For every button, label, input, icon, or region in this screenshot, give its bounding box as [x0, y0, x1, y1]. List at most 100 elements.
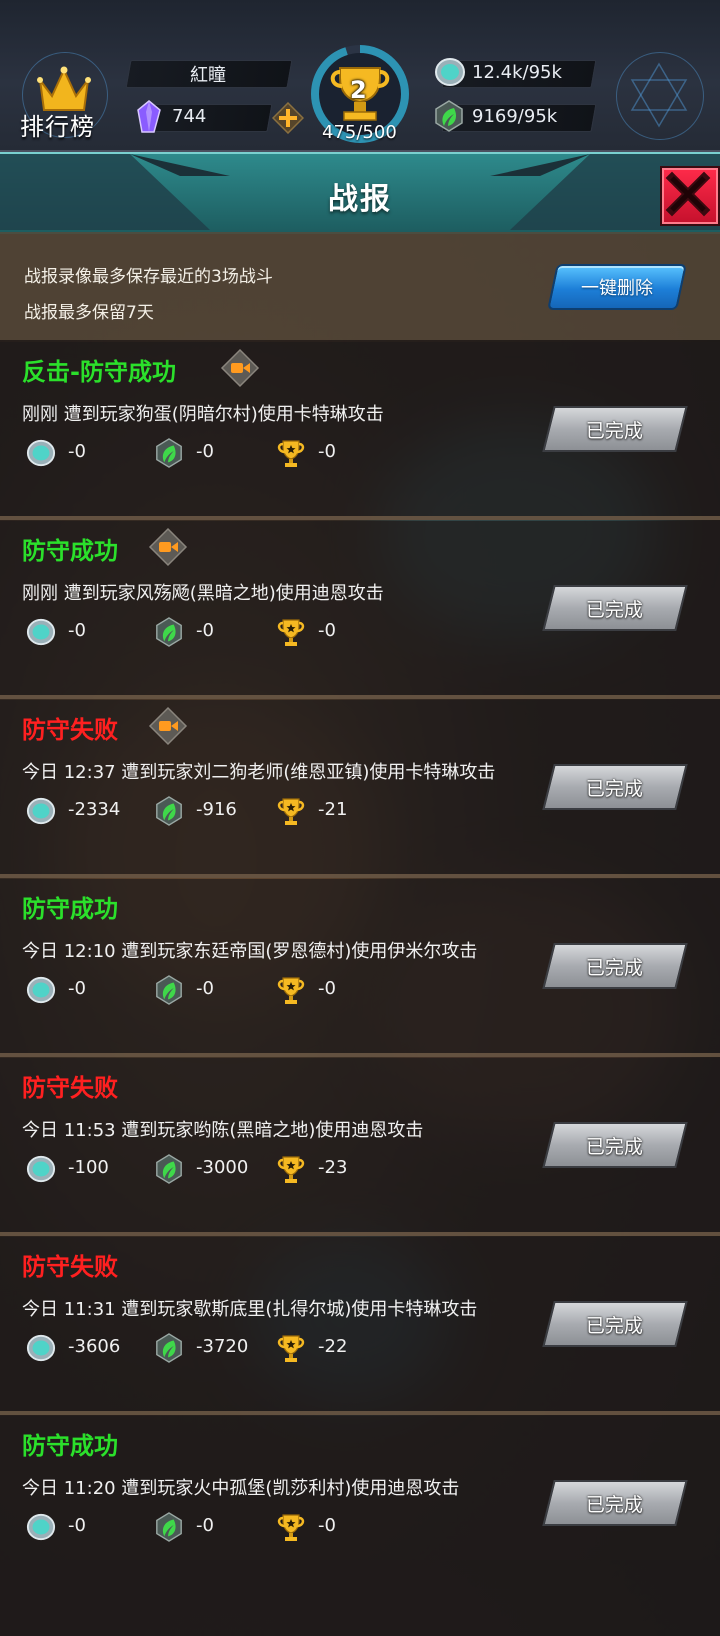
completed-button[interactable]: 已完成	[542, 1301, 688, 1347]
battle-report-row: 防守失败 今日 12:37 遭到玩家刘二狗老师(维恩亚镇)使用卡特琳攻击 -23…	[0, 700, 720, 878]
trophy-icon	[277, 1156, 305, 1183]
leaf-icon	[156, 1333, 182, 1363]
leaf-loss: -3720	[196, 1336, 249, 1357]
leaf-icon	[156, 438, 182, 468]
completed-label: 已完成	[586, 419, 644, 442]
leaf-loss: -0	[196, 441, 214, 462]
trophy-loss: -0	[318, 978, 336, 999]
leaderboard-button[interactable]: 排行榜	[14, 60, 114, 146]
info-line-retention: 战报最多保留7天	[24, 303, 154, 323]
resource-bar: 排行榜 紅瞳 744 2 475/500 12.4k/95k 9169/95k	[0, 0, 720, 153]
stone-loss: -0	[68, 1515, 86, 1536]
completed-label: 已完成	[586, 598, 644, 621]
stone-icon	[26, 1513, 56, 1541]
stone-icon	[435, 58, 465, 86]
leaf-loss: -0	[196, 978, 214, 999]
battle-report-row: 防守失败今日 11:31 遭到玩家歇斯底里(扎得尔城)使用卡特琳攻击 -3606…	[0, 1237, 720, 1415]
gem-plate	[147, 104, 273, 132]
trophy-loss: -0	[318, 1515, 336, 1536]
report-description: 今日 11:53 遭到玩家哟陈(黑暗之地)使用迪恩攻击	[22, 1120, 424, 1141]
completed-button[interactable]: 已完成	[542, 585, 688, 631]
leaf-loss: -0	[196, 620, 214, 641]
battle-report-row: 防守成功今日 12:10 遭到玩家东廷帝国(罗恩德村)使用伊米尔攻击 -0 -0…	[0, 879, 720, 1057]
report-description: 今日 11:20 遭到玩家火中孤堡(凯莎利村)使用迪恩攻击	[22, 1478, 460, 1499]
replay-video-icon[interactable]	[148, 706, 188, 746]
stone-loss: -2334	[68, 799, 121, 820]
report-description: 今日 12:37 遭到玩家刘二狗老师(维恩亚镇)使用卡特琳攻击	[22, 762, 496, 783]
battle-report-row: 防守成功 刚刚 遭到玩家风殇飏(黑暗之地)使用迪恩攻击 -0 -0 -0 已完成	[0, 521, 720, 699]
leaf-icon	[156, 617, 182, 647]
completed-button[interactable]: 已完成	[542, 764, 688, 810]
player-name: 紅瞳	[190, 65, 226, 86]
trophy-icon	[277, 977, 305, 1004]
report-description: 今日 12:10 遭到玩家东廷帝国(罗恩德村)使用伊米尔攻击	[22, 941, 478, 962]
stone-loss: -100	[68, 1157, 109, 1178]
battle-report-row: 反击-防守成功 刚刚 遭到玩家狗蛋(阴暗尔村)使用卡特琳攻击 -0 -0 -0 …	[0, 342, 720, 520]
leaf-icon	[156, 1512, 182, 1542]
stone-icon	[26, 976, 56, 1004]
completed-label: 已完成	[586, 1135, 644, 1158]
report-result: 防守失败	[22, 716, 118, 744]
close-icon	[665, 171, 711, 217]
trophy-loss: -21	[318, 799, 348, 820]
report-result: 防守失败	[22, 1253, 118, 1281]
report-result: 防守成功	[22, 537, 118, 565]
stone-amount: 12.4k/95k	[472, 62, 562, 83]
report-result: 防守失败	[22, 1074, 118, 1102]
report-description: 刚刚 遭到玩家风殇飏(黑暗之地)使用迪恩攻击	[22, 583, 384, 604]
trophy-loss: -22	[318, 1336, 348, 1357]
stone-icon	[26, 1334, 56, 1362]
trophy-icon	[277, 1335, 305, 1362]
completed-label: 已完成	[586, 1314, 644, 1337]
trophy-progress-text: 475/500	[322, 122, 397, 143]
trophy-loss: -23	[318, 1157, 348, 1178]
report-result: 反击-防守成功	[22, 358, 176, 386]
battle-report-row: 防守成功 今日 11:20 遭到玩家火中孤堡(凯莎利村)使用迪恩攻击 -0 -0 …	[0, 1416, 720, 1636]
completed-button[interactable]: 已完成	[542, 1122, 688, 1168]
report-result: 防守成功	[22, 1432, 118, 1460]
stone-icon	[26, 439, 56, 467]
stone-icon	[26, 797, 56, 825]
completed-button[interactable]: 已完成	[542, 943, 688, 989]
add-gems-button[interactable]	[272, 102, 304, 134]
trophy-loss: -0	[318, 620, 336, 641]
stone-loss: -0	[68, 620, 86, 641]
leaf-icon	[156, 796, 182, 826]
stone-icon	[26, 618, 56, 646]
title-bar: 战报	[0, 152, 720, 234]
info-line-replay-limit: 战报录像最多保存最近的3场战斗	[24, 267, 273, 287]
replay-video-icon[interactable]	[220, 348, 260, 388]
leaf-loss: -3000	[196, 1157, 249, 1178]
replay-video-icon[interactable]	[148, 527, 188, 567]
trophy-icon	[277, 798, 305, 825]
leaf-icon	[156, 975, 182, 1005]
leaf-icon	[156, 1154, 182, 1184]
completed-label: 已完成	[586, 956, 644, 979]
completed-button[interactable]: 已完成	[542, 406, 688, 452]
trophy-icon	[277, 440, 305, 467]
stone-icon	[26, 1155, 56, 1183]
completed-label: 已完成	[586, 1493, 644, 1516]
gem-icon	[137, 100, 161, 133]
close-button[interactable]	[660, 166, 720, 226]
page-title: 战报	[328, 182, 392, 217]
delete-all-button[interactable]: 一键删除	[547, 264, 687, 310]
leaf-loss: -916	[196, 799, 237, 820]
trophy-loss: -0	[318, 441, 336, 462]
delete-all-label: 一键删除	[581, 278, 653, 299]
leaf-loss: -0	[196, 1515, 214, 1536]
report-result: 防守成功	[22, 895, 118, 923]
trophy-level: 2	[350, 76, 367, 104]
report-description: 刚刚 遭到玩家狗蛋(阴暗尔村)使用卡特琳攻击	[22, 404, 384, 425]
completed-button[interactable]: 已完成	[542, 1480, 688, 1526]
trophy-icon	[277, 619, 305, 646]
battle-report-row: 防守失败今日 11:53 遭到玩家哟陈(黑暗之地)使用迪恩攻击 -100 -30…	[0, 1058, 720, 1236]
leaderboard-label: 排行榜	[20, 113, 95, 141]
leaf-icon	[435, 100, 463, 132]
completed-label: 已完成	[586, 777, 644, 800]
stone-loss: -0	[68, 441, 86, 462]
leaf-amount: 9169/95k	[472, 106, 558, 127]
report-description: 今日 11:31 遭到玩家歇斯底里(扎得尔城)使用卡特琳攻击	[22, 1299, 478, 1320]
magic-circle-icon	[630, 62, 688, 128]
stone-loss: -3606	[68, 1336, 121, 1357]
